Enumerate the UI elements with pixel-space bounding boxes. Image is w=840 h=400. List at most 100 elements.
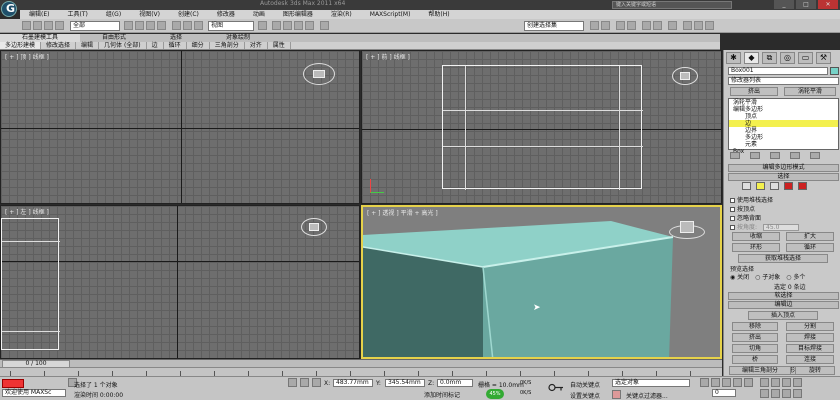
scale-icon[interactable]	[194, 21, 203, 30]
undo-icon[interactable]	[22, 21, 31, 30]
stack-item-border[interactable]: 边界	[729, 127, 838, 134]
edge-mode-icon[interactable]	[756, 182, 765, 190]
loop-button[interactable]: 循环	[786, 243, 834, 252]
time-slider[interactable]: 0 / 100	[0, 359, 722, 368]
object-name-field[interactable]: Box001	[728, 67, 828, 75]
menu-group[interactable]: 组(G)	[97, 10, 130, 19]
object-color-swatch[interactable]	[830, 67, 839, 75]
goto-end-icon[interactable]	[744, 378, 753, 387]
tab-object-paint[interactable]: 对象绘制	[204, 34, 272, 42]
link-icon[interactable]	[44, 21, 53, 30]
rotate-icon[interactable]	[183, 21, 192, 30]
polygon-mode-icon[interactable]	[784, 182, 793, 190]
weld-button[interactable]: 焊接	[786, 333, 834, 342]
schematic-icon[interactable]	[653, 21, 662, 30]
ignore-backface-checkbox[interactable]	[730, 216, 735, 221]
zoom-extents-all-icon[interactable]	[793, 378, 802, 387]
stack-item-editpoly[interactable]: 编辑多边形	[729, 106, 838, 113]
layer-icon[interactable]	[616, 21, 625, 30]
box-shaded-svg[interactable]	[363, 207, 722, 359]
extrude-top-button[interactable]: 挤出	[730, 87, 778, 96]
mirror-icon[interactable]	[590, 21, 599, 30]
close-button[interactable]: ✕	[818, 0, 838, 9]
play-icon[interactable]	[722, 378, 731, 387]
show-end-result-icon[interactable]	[750, 152, 760, 159]
snap-icon[interactable]	[272, 21, 281, 30]
by-vertex-checkbox[interactable]	[730, 207, 735, 212]
motion-tab-icon[interactable]: ◎	[780, 52, 795, 64]
prev-frame-icon[interactable]	[711, 378, 720, 387]
window-crossing-icon[interactable]	[157, 21, 166, 30]
menu-modifiers[interactable]: 修改器	[208, 10, 244, 19]
next-frame-icon[interactable]	[733, 378, 742, 387]
rollout-selection[interactable]: 选择	[728, 173, 839, 181]
stack-item-turbosmooth[interactable]: 涡轮平滑	[729, 99, 838, 106]
current-frame-field[interactable]: 0	[712, 389, 736, 397]
zoom-extents-icon[interactable]	[782, 378, 791, 387]
render-setup-icon[interactable]	[683, 21, 692, 30]
reference-coord-select[interactable]: 视图	[208, 21, 254, 31]
curve-editor-icon[interactable]	[642, 21, 651, 30]
select-by-name-icon[interactable]	[135, 21, 144, 30]
set-key-icon[interactable]	[548, 383, 564, 392]
align-icon[interactable]	[601, 21, 610, 30]
stack-item-polygon[interactable]: 多边形	[729, 134, 838, 141]
stack-item-vertex[interactable]: 顶点	[729, 113, 838, 120]
pivot-icon[interactable]	[258, 21, 267, 30]
set-key-button[interactable]: 设置关键点	[570, 391, 600, 400]
trackbar[interactable]	[0, 367, 722, 376]
chamfer-button[interactable]: 切角	[732, 344, 778, 353]
maxscript-mini-listener[interactable]: 欢迎使用 MAXSc	[2, 389, 66, 397]
get-stack-selection-button[interactable]: 获取堆栈选择	[738, 254, 828, 263]
ribbon-subdivision[interactable]: 细分	[187, 42, 210, 49]
ribbon-properties[interactable]: 属性	[268, 42, 291, 49]
key-filters-button[interactable]: 关键点过滤器...	[626, 391, 668, 400]
box-wireframe-left[interactable]	[1, 218, 60, 350]
viewport-top[interactable]: [ + ] 顶 ] 线框 ]	[0, 50, 360, 204]
turbosmooth-button[interactable]: 涡轮平滑	[784, 87, 836, 96]
menu-edit[interactable]: 编辑(E)	[20, 10, 58, 19]
viewport-top-label[interactable]: [ + ] 顶 ] 线框 ]	[5, 52, 49, 61]
ignore-backface-row[interactable]: 忽略背面	[730, 213, 761, 222]
zoom-icon[interactable]	[760, 378, 769, 387]
viewport-perspective[interactable]: [ + ] 透视 ] 平滑 + 高光 ] ➤	[361, 205, 722, 359]
menu-maxscript[interactable]: MAXScript(M)	[361, 10, 420, 19]
pin-stack-icon[interactable]	[730, 152, 740, 159]
ring-button[interactable]: 环形	[732, 243, 780, 252]
configure-sets-icon[interactable]	[810, 152, 820, 159]
goto-start-icon[interactable]	[700, 378, 709, 387]
ribbon-polygon-modeling[interactable]: 多边形建模	[0, 42, 42, 49]
extrude-button[interactable]: 挤出	[732, 333, 778, 342]
split-button[interactable]: 分割	[786, 322, 834, 331]
use-stack-checkbox[interactable]	[730, 198, 735, 203]
ribbon-loops[interactable]: 循环	[164, 42, 187, 49]
angle-snap-icon[interactable]	[283, 21, 292, 30]
ribbon-triangulation[interactable]: 三角剖分	[210, 42, 245, 49]
viewcube-icon[interactable]	[303, 63, 335, 85]
viewcube-icon[interactable]	[672, 67, 698, 85]
app-logo-icon[interactable]: G	[1, 1, 17, 17]
hierarchy-tab-icon[interactable]: ⧉	[762, 52, 777, 64]
ribbon-geometry-all[interactable]: 几何体 (全部)	[99, 42, 147, 49]
by-angle-checkbox[interactable]	[730, 225, 735, 230]
element-mode-icon[interactable]	[798, 182, 807, 190]
rollout-edit-poly-mode[interactable]: 编辑多边形模式	[728, 164, 839, 172]
utilities-tab-icon[interactable]: ⚒	[816, 52, 831, 64]
menu-tools[interactable]: 工具(T)	[58, 10, 96, 19]
modifier-list-select[interactable]: 修改器列表	[728, 77, 839, 85]
fov-icon[interactable]	[760, 389, 769, 398]
menu-animation[interactable]: 动画	[244, 10, 274, 19]
menu-create[interactable]: 创建(C)	[169, 10, 208, 19]
ribbon-align[interactable]: 对齐	[245, 42, 268, 49]
key-icon[interactable]	[612, 390, 621, 399]
use-stack-selection-row[interactable]: 使用堆栈选择	[730, 195, 773, 204]
isolate-icon[interactable]	[288, 378, 297, 387]
menu-graph-editors[interactable]: 图形编辑器	[274, 10, 322, 19]
viewport-left-label[interactable]: [ + ] 左 ] 线框 ]	[5, 207, 49, 216]
redo-icon[interactable]	[33, 21, 42, 30]
angle-value-field[interactable]: 45.0	[763, 224, 800, 231]
insert-vertex-button[interactable]: 插入顶点	[748, 311, 818, 320]
ribbon-edit[interactable]: 编辑	[76, 42, 100, 49]
x-coord-field[interactable]: 483.77mm	[333, 379, 373, 387]
viewport-front[interactable]: [ + ] 前 ] 线框 ]	[361, 50, 722, 204]
